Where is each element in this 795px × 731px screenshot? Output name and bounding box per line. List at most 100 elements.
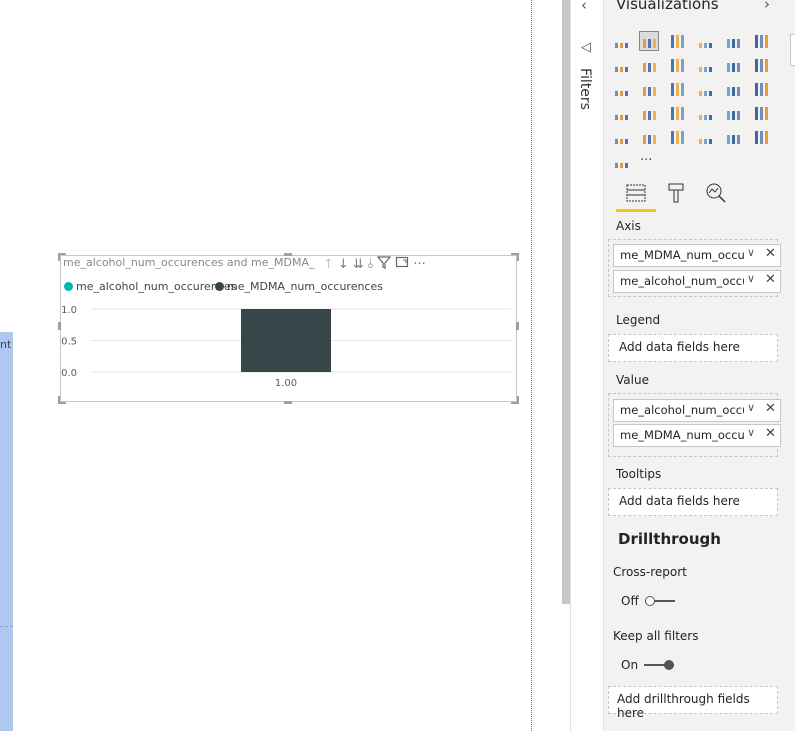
resize-handle-bottom[interactable] — [284, 401, 292, 404]
resize-handle-right[interactable] — [516, 322, 519, 330]
toggle-switch[interactable] — [644, 596, 675, 606]
filled-map-icon[interactable] — [612, 104, 630, 122]
funnel-icon[interactable] — [640, 104, 658, 122]
line-and-column-icon[interactable] — [696, 56, 714, 74]
active-tab-indicator — [616, 209, 656, 212]
stacked-bar-chart-icon[interactable] — [612, 32, 630, 50]
visual-header-toolbar: ↑ ↓ ⇊ ⫰ ··· — [323, 255, 426, 273]
axis-well[interactable]: me_MDMA_num_occurences ∨ ✕ me_alcohol_nu… — [608, 239, 781, 297]
matrix-icon[interactable] — [696, 128, 714, 146]
line-chart-icon[interactable] — [612, 56, 630, 74]
tooltips-drop-zone[interactable]: Add data fields here — [608, 488, 778, 516]
ribbon-chart-icon[interactable] — [752, 56, 770, 74]
python-visual-icon[interactable] — [640, 128, 658, 146]
more-visuals-icon[interactable]: ··· — [640, 152, 658, 170]
value-field-name: me_MDMA_num_occurences — [620, 428, 744, 442]
remove-field-icon[interactable]: ✕ — [765, 401, 776, 416]
gauge-icon[interactable] — [668, 104, 686, 122]
clustered-bar-chart-icon[interactable] — [668, 32, 686, 50]
filters-label[interactable]: Filters — [577, 68, 593, 110]
legend-drop-zone[interactable]: Add data fields here — [608, 334, 778, 362]
remove-field-icon[interactable]: ✕ — [765, 246, 776, 261]
cross-report-label: Cross-report — [613, 565, 687, 579]
drillthrough-drop-zone[interactable]: Add drillthrough fields here — [608, 686, 778, 720]
key-influencers-icon[interactable] — [752, 128, 770, 146]
table-icon[interactable] — [668, 128, 686, 146]
resize-handle-top-right[interactable] — [511, 253, 519, 261]
keep-filters-toggle[interactable]: On — [621, 658, 675, 672]
drill-up-icon[interactable]: ↑ — [323, 257, 334, 272]
value-label: Value — [616, 373, 649, 387]
scatter-chart-icon[interactable] — [640, 80, 658, 98]
page-boundary — [531, 0, 532, 731]
more-options-icon[interactable]: ··· — [413, 257, 425, 272]
visual-title: me_alcohol_num_occurences and me_MDMA_nu… — [63, 256, 315, 269]
legend-well-label: Legend — [616, 313, 661, 327]
keep-filters-label: Keep all filters — [613, 629, 699, 643]
line-and-clustered-column-icon[interactable] — [724, 56, 742, 74]
100-percent-bar-icon[interactable] — [724, 32, 742, 50]
axis-field-name: me_alcohol_num_occurences — [620, 274, 744, 288]
card-icon[interactable] — [696, 104, 714, 122]
keep-filters-state: On — [621, 658, 639, 672]
bar-chart-visual[interactable]: me_alcohol_num_occurences and me_MDMA_nu… — [58, 253, 519, 404]
chevron-down-icon[interactable]: ∨ — [747, 272, 755, 285]
slicer-icon[interactable] — [612, 128, 630, 146]
r-visual-icon[interactable] — [724, 128, 742, 146]
chevron-down-icon[interactable]: ∨ — [747, 401, 755, 414]
drill-down-icon[interactable]: ↓ — [338, 257, 349, 272]
format-tab-icon[interactable] — [664, 182, 688, 206]
drillthrough-placeholder: Add drillthrough fields here — [617, 692, 750, 720]
left-page-strip-text: nt — [0, 338, 12, 351]
resize-handle-bottom-right[interactable] — [511, 396, 519, 404]
value-field-pill[interactable]: me_MDMA_num_occurences ∨ ✕ — [613, 424, 781, 447]
map-icon[interactable] — [752, 80, 770, 98]
focus-mode-icon[interactable] — [395, 255, 409, 273]
legend-item-alcohol[interactable]: me_alcohol_num_occurences — [64, 280, 236, 293]
clustered-column-icon[interactable] — [696, 32, 714, 50]
axis-field-pill[interactable]: me_alcohol_num_occurences ∨ ✕ — [613, 270, 781, 293]
remove-field-icon[interactable]: ✕ — [765, 426, 776, 441]
clustered-column-chart-icon[interactable] — [639, 31, 659, 51]
area-chart-icon[interactable] — [640, 56, 658, 74]
canvas-scrollbar[interactable] — [562, 0, 570, 604]
multi-row-card-icon[interactable] — [724, 104, 742, 122]
resize-handle-bottom-left[interactable] — [58, 396, 66, 404]
axis-field-pill[interactable]: me_MDMA_num_occurences ∨ ✕ — [613, 244, 781, 267]
filters-pane-collapsed[interactable]: ‹ ◁ Filters — [570, 0, 603, 731]
100-percent-column-icon[interactable] — [752, 32, 770, 50]
value-well[interactable]: me_alcohol_num_occurences ∨ ✕ me_MDMA_nu… — [608, 393, 781, 457]
waterfall-chart-icon[interactable] — [612, 80, 630, 98]
tooltips-placeholder: Add data fields here — [619, 494, 740, 508]
x-tick-label: 1.00 — [275, 378, 297, 389]
bar-chart-plot: 1.0 0.5 0.0 1.00 — [61, 305, 511, 389]
y-tick-label: 1.0 — [61, 305, 77, 316]
filters-expand-chevron-icon[interactable]: ‹ — [581, 0, 587, 14]
treemap-icon[interactable] — [724, 80, 742, 98]
left-page-divider — [0, 626, 13, 627]
toggle-switch[interactable] — [644, 660, 675, 670]
chevron-down-icon[interactable]: ∨ — [747, 246, 755, 259]
legend-item-mdma[interactable]: me_MDMA_num_occurences — [215, 280, 383, 293]
expand-all-icon[interactable]: ⫰ — [368, 257, 374, 272]
pie-chart-icon[interactable] — [668, 80, 686, 98]
tooltips-label: Tooltips — [616, 467, 662, 481]
legend-dot-alcohol — [64, 282, 73, 291]
remove-field-icon[interactable]: ✕ — [765, 272, 776, 287]
stacked-area-chart-icon[interactable] — [668, 56, 686, 74]
value-field-name: me_alcohol_num_occurences — [620, 403, 744, 417]
visualizations-title: Visualizations — [616, 0, 719, 13]
cross-report-toggle[interactable]: Off — [621, 594, 675, 608]
analytics-tab-icon[interactable] — [704, 182, 728, 206]
value-field-pill[interactable]: me_alcohol_num_occurences ∨ ✕ — [613, 399, 781, 422]
y-tick-label: 0.5 — [61, 337, 77, 348]
expand-next-level-icon[interactable]: ⇊ — [353, 257, 364, 272]
visualizations-collapse-chevron-icon[interactable]: › — [764, 0, 770, 13]
chevron-down-icon[interactable]: ∨ — [747, 426, 755, 439]
kpi-icon[interactable] — [752, 104, 770, 122]
arcgis-map-icon[interactable] — [612, 152, 630, 170]
filter-icon[interactable] — [377, 255, 392, 273]
bar-me_MDMA_num_occurences[interactable] — [241, 309, 331, 372]
donut-chart-icon[interactable] — [696, 80, 714, 98]
fields-tab-icon[interactable] — [624, 182, 648, 206]
